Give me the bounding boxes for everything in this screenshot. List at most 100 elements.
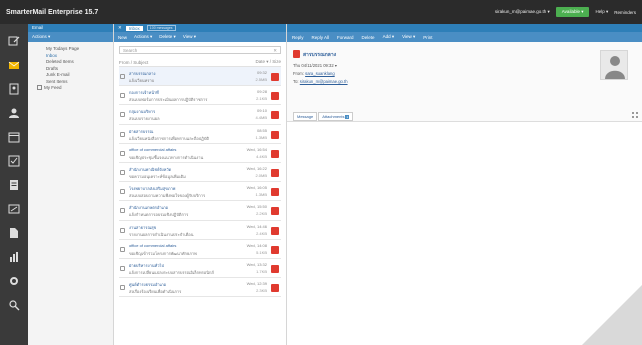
add-menu[interactable]: Add ▾ [383,34,395,40]
message-checkbox[interactable] [120,208,125,214]
message-subject: แจ้งการเปลี่ยนแปลงระบบสารบรรณอิเล็กทรอนิ… [129,269,214,275]
message-subject: ส่งเรื่องร้องเรียนเพื่อดำเนินการ [129,289,182,295]
sort-from-subject[interactable]: From / Subject [119,60,148,65]
contacts-book-icon[interactable] [7,82,21,96]
message-row[interactable]: โรงพยาบาลส่งเสริมสุขภาพ ส่งแบบสอบถามความพ… [119,182,281,202]
pdf-attachment-icon [271,149,279,158]
message-row[interactable]: ศูนย์ดำรงธรรมอำเภอ ส่งเรื่องร้องเรียนเพื่… [119,278,281,298]
sort-date-size[interactable]: Date ▾ / Size [255,59,281,65]
message-checkbox[interactable] [120,169,125,175]
reading-pane-header [287,24,642,32]
to-link[interactable]: sirakun_m@paimae.go.th [300,79,348,84]
message-row[interactable]: งานสาธารณสุข รายงานผลการดำเนินงานประจำเดื… [119,221,281,240]
folders-header: Email [28,24,113,32]
folder-item-my-feed[interactable]: My Feed [37,85,113,92]
message-subject: ส่งแบบสอบถามความพึงพอใจของผู้รับบริการ [129,193,206,199]
message-row[interactable]: office of commercial affairs ขอเชิญเข้าร่… [119,240,281,259]
message-from: ศูนย์ดำรงธรรมอำเภอ [129,282,166,288]
reminders-link[interactable]: Reminders [614,10,636,15]
message-checkbox[interactable] [120,131,125,137]
message-row[interactable]: กองการเจ้าหน้าที่ ส่งแบบฟอร์มการประเมินผล… [119,86,281,106]
forward-button[interactable]: Forward [337,35,354,40]
tab-message[interactable]: Message [293,112,318,121]
message-subject: แจ้งเวียนทราบ [129,78,155,83]
pdf-attachment-icon [271,130,279,139]
message-checkbox[interactable] [120,189,125,195]
calendar-icon[interactable] [7,130,21,144]
view-menu[interactable]: View ▾ [183,34,196,40]
message-header: สารบรรณกลาง Thu 04/11/2021 09:32 ▾ From:… [287,42,642,122]
tasks-icon[interactable] [7,154,21,168]
message-from: กลุ่มงานบริหาร [129,109,156,115]
reading-pane: Reply Reply All Forward Delete Add ▾ Vie… [287,24,642,345]
top-bar-right: sirakun_m@paimae.go.th ▾ Available ▾ Hel… [495,7,636,17]
notes-icon[interactable] [7,178,21,192]
message-subject: รายงานผลการดำเนินงานประจำเดือน [129,231,194,237]
search-input[interactable]: Search ✕ [119,46,281,54]
message-checkbox[interactable] [120,74,125,79]
grid-icon[interactable] [632,112,638,118]
message-date: Wed, 16:54 [246,146,267,152]
tab-attachments[interactable]: Attachments 1 [318,112,354,121]
message-row[interactable]: สำนักงานพาณิชย์จังหวัด ขอความอนุเคราะห์ข้… [119,163,281,183]
expand-icon[interactable] [37,85,42,91]
message-date: 09:28 [256,89,267,95]
message-size: 1.3MB [255,134,267,140]
message-date: Wed, 16:05 [246,185,267,191]
reading-toolbar: Reply Reply All Forward Delete Add ▾ Vie… [287,32,642,42]
folders-actions-menu[interactable]: Actions ▾ [28,32,113,42]
message-subject: สารบรรณกลาง [303,52,337,58]
message-row[interactable]: กลุ่มงานบริหาร ส่งแบบรายงานผล 09:10 4.4MB [119,105,281,125]
news-icon[interactable] [7,202,21,216]
mail-icon[interactable] [7,58,21,72]
clear-search-icon[interactable]: ✕ [273,48,277,54]
tab-attachments-label: Attachments [322,114,345,119]
reports-icon[interactable] [7,250,21,264]
help-menu[interactable]: Help ▾ [595,9,608,15]
reply-button[interactable]: Reply [292,35,304,40]
tab-inbox[interactable]: Inbox [125,25,143,31]
from-link[interactable]: sara_suanklang [305,71,335,76]
message-date: Wed, 16:22 [246,165,267,171]
status-button[interactable]: Available ▾ [555,7,590,17]
message-from: ฝ่ายสารบรรณ [129,128,154,134]
message-date[interactable]: Thu 04/11/2021 09:32 ▾ [293,63,337,68]
message-tabs: Message Attachments 1 [293,112,354,121]
message-checkbox[interactable] [120,265,125,271]
message-size: 4.4KB [256,153,267,159]
new-button[interactable]: New [118,35,127,40]
compose-icon[interactable] [7,34,21,48]
message-row[interactable]: office of commercial affairs ขอเชิญประชุม… [119,144,281,163]
message-checkbox[interactable] [120,285,125,291]
message-checkbox[interactable] [120,112,125,118]
top-bar: SmarterMail Enterprise 15.7 sirakun_m@pa… [0,0,642,24]
reply-all-button[interactable]: Reply All [312,35,330,40]
message-row[interactable]: ฝ่ายบริหารงานทั่วไป แจ้งการเปลี่ยนแปลงระบ… [119,259,281,279]
app-window: SmarterMail Enterprise 15.7 sirakun_m@pa… [0,0,642,345]
delete-menu[interactable]: Delete ▾ [159,34,176,40]
message-date: 09:10 [256,108,267,114]
message-row[interactable]: ฝ่ายสารบรรณ แจ้งเวียนหนังสือราชการเพื่อทร… [119,125,281,144]
message-checkbox[interactable] [120,93,125,99]
close-tab-icon[interactable]: ✕ [118,25,122,31]
search-icon[interactable] [7,298,21,312]
message-date: Wed, 14:46 [246,223,267,229]
view-menu-reader[interactable]: View ▾ [402,34,415,40]
attachment-count-badge: 1 [345,115,350,119]
settings-icon[interactable] [7,274,21,288]
pdf-icon [293,50,300,58]
delete-button[interactable]: Delete [362,35,375,40]
message-checkbox[interactable] [120,246,125,252]
message-row[interactable]: สำนักงานเกษตรอำเภอ แจ้งกำหนดการอบรมเชิงปฏ… [119,201,281,221]
print-button[interactable]: Print [423,35,432,40]
message-row[interactable]: สารบรรณกลาง แจ้งเวียนทราบ 09:32 2.5MB [119,67,281,87]
actions-menu[interactable]: Actions ▾ [134,34,152,40]
message-checkbox[interactable] [120,227,125,233]
user-icon[interactable] [7,106,21,120]
user-menu[interactable]: sirakun_m@paimae.go.th ▾ [495,9,550,15]
files-icon[interactable] [7,226,21,240]
message-checkbox[interactable] [120,150,125,156]
message-rows: สารบรรณกลาง แจ้งเวียนทราบ 09:32 2.5MB กองการ… [114,67,286,298]
message-date: Wed, 12:39 [246,281,267,287]
message-subject: ขอความอนุเคราะห์ข้อมูลเพิ่มเติม [129,173,186,179]
